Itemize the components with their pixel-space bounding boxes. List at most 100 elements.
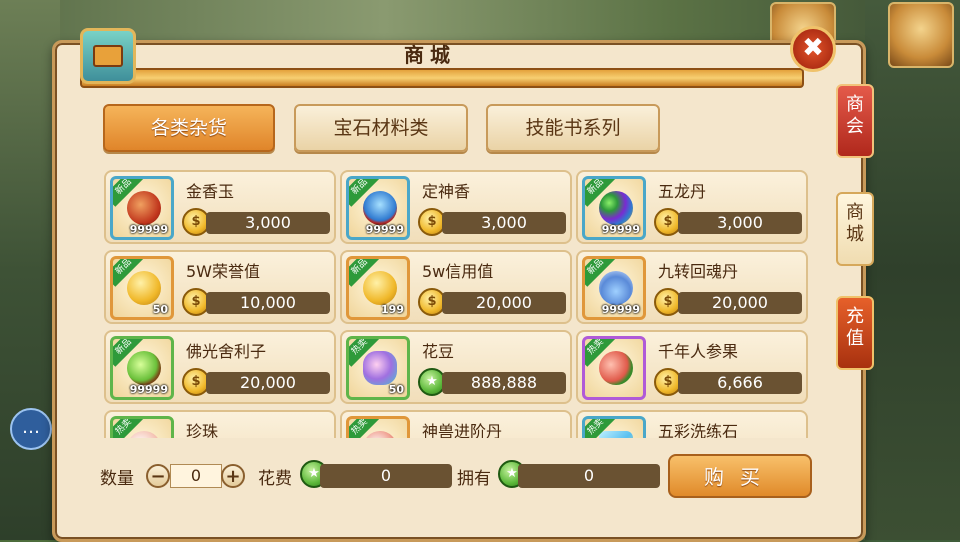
honor-coin-icon <box>127 271 161 305</box>
item-name: 5w信用值 <box>422 262 494 281</box>
item-name: 五彩洗练石 <box>658 422 739 438</box>
item-name: 金香玉 <box>186 182 235 201</box>
item-name: 佛光舍利子 <box>186 342 267 361</box>
item-stock: 99999 <box>129 383 168 396</box>
tab-label: 宝石材料类 <box>333 117 429 139</box>
item-name: 神兽进阶丹 <box>422 422 503 438</box>
item-icon: 热卖 <box>582 416 646 438</box>
pearl-icon <box>127 431 161 438</box>
chat-icon[interactable]: … <box>10 408 52 450</box>
item-card-wucai[interactable]: 热卖 五彩洗练石 <box>576 410 808 438</box>
treasure-chest-icon <box>80 28 136 84</box>
own-label: 拥有 <box>457 469 491 489</box>
item-icon: 新品 99999 <box>110 176 174 240</box>
credit-coin-icon <box>363 271 397 305</box>
item-card-dingshenxiang[interactable]: 新品 99999 定神香 $ 3,000 <box>340 170 572 244</box>
item-icon: 新品 99999 <box>110 336 174 400</box>
tab-label: 技能书系列 <box>525 117 621 139</box>
flower-bean-icon <box>363 351 397 385</box>
item-name: 五龙丹 <box>658 182 707 201</box>
side-tab-label: 会 <box>846 116 864 137</box>
item-icon: 热卖 <box>346 416 410 438</box>
item-price: 10,000 <box>206 292 330 314</box>
page-title: 商城 <box>404 43 456 67</box>
side-tab-recharge[interactable]: 充 值 <box>836 296 874 370</box>
quantity-minus-button[interactable]: − <box>146 464 170 488</box>
side-tab-label: 商 <box>846 202 864 223</box>
item-grid: 新品 99999 金香玉 $ 3,000 新品 99999 定神香 $ 3,00… <box>100 168 812 438</box>
quantity-plus-button[interactable]: + <box>221 464 245 488</box>
item-card-credit[interactable]: 新品 199 5w信用值 $ 20,000 <box>340 250 572 324</box>
item-name: 花豆 <box>422 342 455 361</box>
side-tab-label: 充 <box>846 306 864 327</box>
item-name: 九转回魂丹 <box>658 262 739 281</box>
item-card-wulongdan[interactable]: 新品 99999 五龙丹 $ 3,000 <box>576 170 808 244</box>
item-card-renshenguo[interactable]: 热卖 千年人参果 $ 6,666 <box>576 330 808 404</box>
close-button[interactable]: ✖ <box>790 26 836 72</box>
item-name: 5W荣誉值 <box>186 262 261 281</box>
dragon-pills-icon <box>599 191 633 225</box>
item-card-sheli[interactable]: 新品 99999 佛光舍利子 $ 20,000 <box>104 330 336 404</box>
item-stock: 50 <box>152 303 168 316</box>
side-tab-guild[interactable]: 商 会 <box>836 84 874 158</box>
item-price: 888,888 <box>442 372 566 394</box>
side-tab-label: 商 <box>846 94 864 115</box>
item-card-huadou[interactable]: 热卖 50 花豆 ★ 888,888 <box>340 330 572 404</box>
item-card-jiuzhuan[interactable]: 新品 99999 九转回魂丹 $ 20,000 <box>576 250 808 324</box>
item-stock: 99999 <box>129 223 168 236</box>
item-name: 定神香 <box>422 182 471 201</box>
item-stock: 199 <box>381 303 404 316</box>
item-icon: 热卖 <box>110 416 174 438</box>
relic-icon <box>127 351 161 385</box>
item-icon: 热卖 50 <box>346 336 410 400</box>
item-price: 3,000 <box>678 212 802 234</box>
side-tab-shop[interactable]: 商 城 <box>836 192 874 266</box>
item-icon: 新品 99999 <box>582 176 646 240</box>
title-rule <box>80 68 804 88</box>
item-stock: 99999 <box>601 223 640 236</box>
item-price: 3,000 <box>442 212 566 234</box>
item-icon: 新品 99999 <box>346 176 410 240</box>
item-card-honor[interactable]: 新品 50 5W荣誉值 $ 10,000 <box>104 250 336 324</box>
item-price: 20,000 <box>442 292 566 314</box>
side-tab-label: 城 <box>846 224 864 245</box>
tab-label: 各类杂货 <box>150 117 227 139</box>
item-name: 珍珠 <box>186 422 219 438</box>
item-icon: 新品 50 <box>110 256 174 320</box>
tab-gem-materials[interactable]: 宝石材料类 <box>294 104 468 152</box>
item-card-zhenzhu[interactable]: 热卖 珍珠 <box>104 410 336 438</box>
item-icon: 新品 199 <box>346 256 410 320</box>
item-price: 20,000 <box>678 292 802 314</box>
quantity-label: 数量 <box>100 469 134 489</box>
cost-label: 花费 <box>258 469 292 489</box>
own-value: 0 <box>518 464 660 488</box>
item-stock: 99999 <box>365 223 404 236</box>
title-bar: 商城 <box>85 40 775 70</box>
item-name: 千年人参果 <box>658 342 739 361</box>
buy-button[interactable]: 购买 <box>668 454 812 498</box>
item-stock: 50 <box>388 383 404 396</box>
close-icon: ✖ <box>802 33 824 63</box>
item-stock: 99999 <box>601 303 640 316</box>
quantity-input[interactable]: 0 <box>170 464 222 488</box>
item-price: 6,666 <box>678 372 802 394</box>
beast-pill-icon <box>363 431 397 438</box>
item-icon: 新品 99999 <box>582 256 646 320</box>
side-tab-label: 值 <box>846 328 864 349</box>
game-background-right <box>865 0 960 540</box>
tab-skill-books[interactable]: 技能书系列 <box>486 104 660 152</box>
game-background-left <box>0 0 60 540</box>
potion-bottle-icon <box>599 271 633 305</box>
tab-general-goods[interactable]: 各类杂货 <box>103 104 275 152</box>
item-price: 20,000 <box>206 372 330 394</box>
ginseng-fruit-icon <box>599 351 633 385</box>
item-card-shenshou[interactable]: 热卖 神兽进阶丹 <box>340 410 572 438</box>
incense-bowl-icon <box>363 191 397 225</box>
item-icon: 热卖 <box>582 336 646 400</box>
gift-bag-icon <box>127 191 161 225</box>
hero-avatar[interactable] <box>888 2 954 68</box>
refining-stone-icon <box>599 431 633 438</box>
item-card-jinxiangyu[interactable]: 新品 99999 金香玉 $ 3,000 <box>104 170 336 244</box>
item-price: 3,000 <box>206 212 330 234</box>
cost-value: 0 <box>320 464 452 488</box>
